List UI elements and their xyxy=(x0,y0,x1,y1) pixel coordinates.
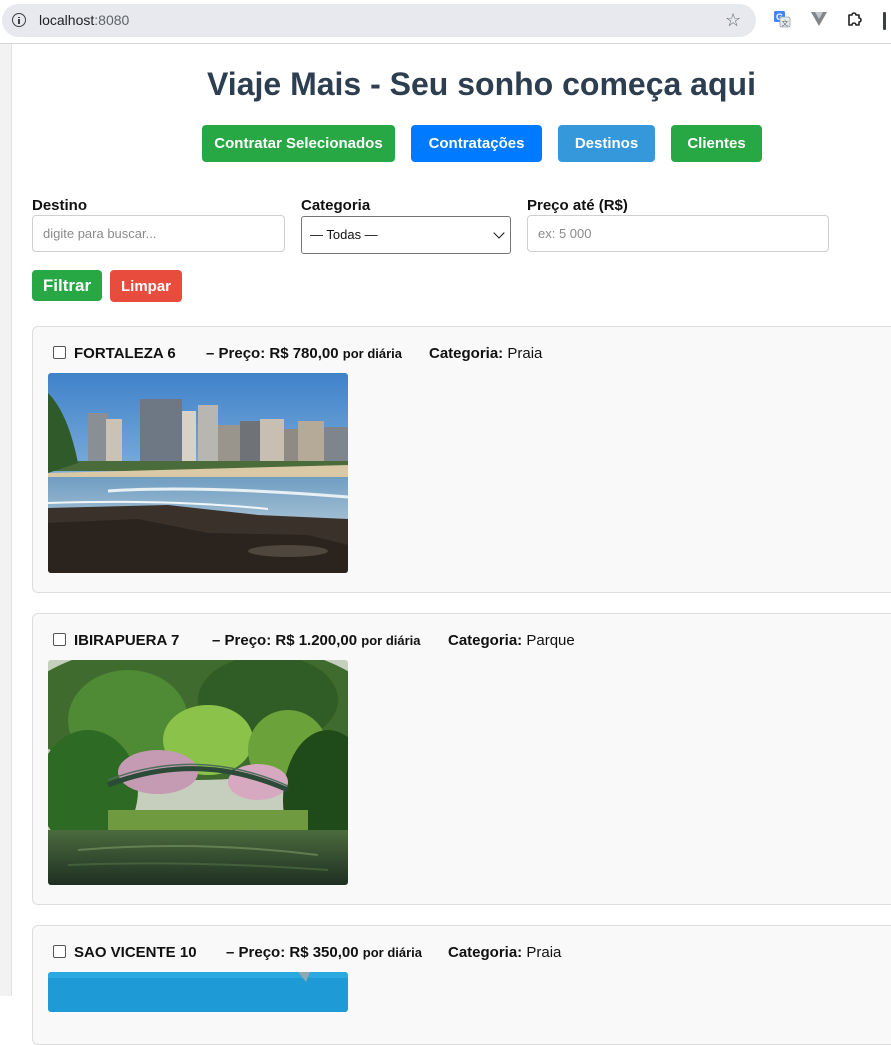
url-port: :8080 xyxy=(94,12,130,28)
destino-search-input[interactable] xyxy=(32,215,285,252)
vue-devtools-icon[interactable] xyxy=(810,10,828,28)
address-bar[interactable]: localhost:8080 ☆ xyxy=(2,4,756,37)
browser-toolbar: localhost:8080 ☆ G 文 xyxy=(0,0,891,44)
clientes-button[interactable]: Clientes xyxy=(671,125,762,162)
destination-price: – Preço: R$ 780,00 por diária xyxy=(206,345,402,362)
destination-price: – Preço: R$ 1.200,00 por diária xyxy=(212,632,421,649)
extensions-icon[interactable] xyxy=(846,10,864,28)
preco-label: Preço até (R$) xyxy=(527,197,628,214)
destination-checkbox[interactable] xyxy=(53,633,66,646)
destinos-button[interactable]: Destinos xyxy=(558,125,655,162)
price-unit: por diária xyxy=(362,945,423,960)
beach-photo xyxy=(48,972,348,1012)
category-value: Praia xyxy=(526,944,562,961)
preco-max-input[interactable] xyxy=(527,215,829,252)
price-value: – Preço: R$ 350,00 xyxy=(226,944,359,961)
destination-price: – Preço: R$ 350,00 por diária xyxy=(226,944,422,961)
url-host: localhost xyxy=(39,12,95,28)
category-value: Parque xyxy=(526,632,575,649)
destination-name: FORTALEZA 6 xyxy=(74,345,176,362)
price-value: – Preço: R$ 780,00 xyxy=(206,345,339,362)
destination-name: SAO VICENTE 10 xyxy=(74,944,197,961)
destination-category: Categoria: Parque xyxy=(448,632,575,649)
filtrar-button[interactable]: Filtrar xyxy=(32,270,102,301)
star-icon[interactable]: ☆ xyxy=(725,10,741,30)
destination-checkbox[interactable] xyxy=(53,945,66,958)
city-beach-photo xyxy=(48,373,348,573)
limpar-button[interactable]: Limpar xyxy=(110,270,182,302)
categoria-label: Categoria xyxy=(301,197,371,214)
price-unit: por diária xyxy=(361,633,421,648)
svg-text:文: 文 xyxy=(782,19,789,28)
browser-menu-edge xyxy=(880,0,891,44)
page-title: Viaje Mais - Seu sonho começa aqui xyxy=(207,66,756,102)
price-unit: por diária xyxy=(342,346,403,361)
destination-category: Categoria: Praia xyxy=(448,944,561,961)
destination-category: Categoria: Praia xyxy=(429,345,542,362)
info-icon[interactable] xyxy=(12,13,26,27)
destination-checkbox[interactable] xyxy=(53,346,66,359)
category-label: Categoria: xyxy=(448,944,523,961)
url-text[interactable]: localhost:8080 xyxy=(39,12,129,28)
price-value: – Preço: R$ 1.200,00 xyxy=(212,632,358,649)
categoria-selected-value: — Todas — xyxy=(310,227,378,242)
destination-card: FORTALEZA 6 – Preço: R$ 780,00 por diári… xyxy=(32,326,891,593)
translate-icon[interactable]: G 文 xyxy=(773,10,791,28)
destino-label: Destino xyxy=(32,197,88,214)
contratar-selecionados-button[interactable]: Contratar Selecionados xyxy=(202,125,395,162)
category-value: Praia xyxy=(507,345,543,362)
toolbar-divider xyxy=(0,43,891,44)
category-label: Categoria: xyxy=(429,345,504,362)
categoria-select[interactable]: — Todas — xyxy=(301,216,511,254)
category-label: Categoria: xyxy=(448,632,523,649)
contratacoes-button[interactable]: Contratações xyxy=(411,125,542,162)
page-left-gutter xyxy=(0,44,12,996)
destination-card: IBIRAPUERA 7 – Preço: R$ 1.200,00 por di… xyxy=(32,613,891,905)
park-bridge-photo xyxy=(48,660,348,885)
destination-card: SAO VICENTE 10 – Preço: R$ 350,00 por di… xyxy=(32,925,891,1045)
destination-name: IBIRAPUERA 7 xyxy=(74,632,180,649)
